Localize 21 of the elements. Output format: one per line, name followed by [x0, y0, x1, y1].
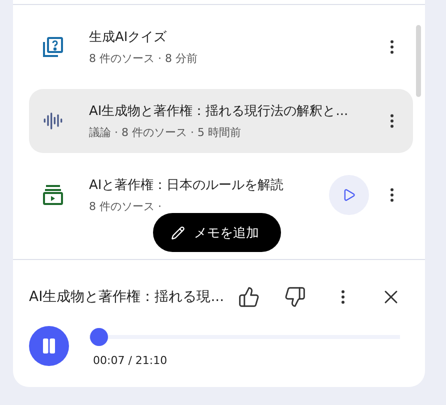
item-title: AIと著作権：日本のルールを解読 [89, 177, 285, 194]
list-item[interactable]: 生成AIクイズ 8 件のソース · 8 分前 [29, 25, 413, 69]
item-title: 生成AIクイズ [89, 29, 168, 46]
progress-thumb[interactable] [90, 328, 108, 346]
add-note-button[interactable]: メモを追加 [153, 213, 281, 252]
pause-icon [40, 337, 58, 355]
video-icon [42, 184, 64, 206]
play-icon [342, 188, 356, 202]
audio-icon [43, 111, 63, 131]
play-button[interactable] [329, 175, 369, 215]
item-title: AI生成物と著作権：揺れる現行法の解釈と... [89, 103, 350, 120]
player-title: AI生成物と著作権：揺れる現... [29, 288, 224, 306]
pause-button[interactable] [29, 326, 69, 366]
quiz-icon [42, 36, 64, 58]
item-meta: 議論 · 8 件のソース · 5 時間前 [89, 125, 242, 140]
list-item[interactable]: AI生成物と著作権：揺れる現行法の解釈と... 議論 · 8 件のソース · 5 時間前 [29, 89, 413, 153]
item-meta: 8 件のソース · [89, 199, 162, 214]
time-label: 00:07 / 21:10 [93, 354, 168, 367]
item-meta: 8 件のソース · 8 分前 [89, 51, 198, 66]
pencil-icon [171, 226, 185, 240]
scrollbar[interactable] [416, 25, 421, 97]
